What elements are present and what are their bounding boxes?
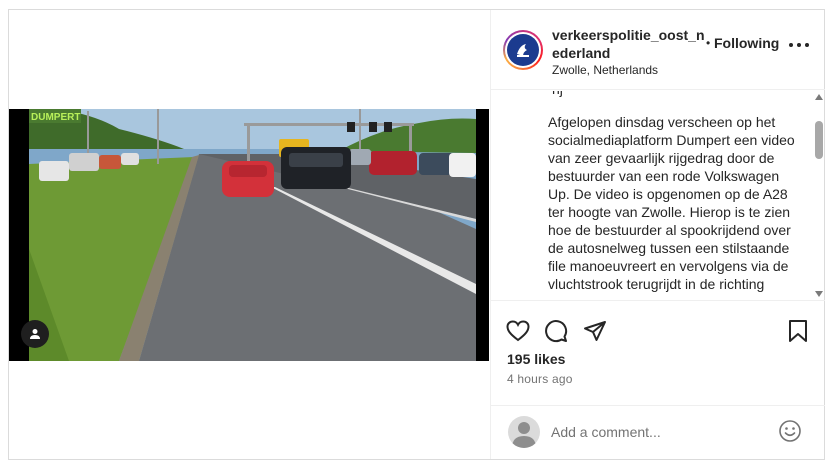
emoji-icon[interactable] [778, 419, 802, 443]
avatar[interactable] [503, 30, 543, 70]
police-logo-icon [507, 34, 539, 66]
comments-scrollbar[interactable] [813, 91, 825, 300]
post-sidebar: verkeerspolitie_oost_nederland Zwolle, N… [490, 10, 825, 459]
post-timestamp[interactable]: 4 hours ago [507, 372, 573, 386]
add-comment-input[interactable] [551, 423, 771, 441]
comments-section[interactable]: nj Afgelopen dinsdag verscheen op het so… [491, 91, 825, 301]
media-pane: DUMPERT [9, 10, 489, 459]
post-caption: Afgelopen dinsdag verscheen op het socia… [548, 114, 795, 292]
dumpert-watermark: DUMPERT [31, 112, 80, 123]
current-user-avatar [508, 416, 540, 448]
likes-count[interactable]: 195 likes [507, 351, 565, 367]
scroll-up-arrow-icon[interactable] [815, 94, 823, 100]
scroll-thumb[interactable] [815, 121, 823, 159]
following-button[interactable]: Following [714, 35, 779, 51]
caption-clipped-line: nj [552, 91, 563, 97]
location[interactable]: Zwolle, Netherlands [552, 63, 658, 77]
comment-bar [491, 405, 825, 459]
user-tag-icon[interactable] [21, 320, 49, 348]
comment-icon[interactable] [543, 318, 569, 344]
scroll-down-arrow-icon[interactable] [815, 291, 823, 297]
video-frame: DUMPERT [9, 109, 489, 361]
more-options-icon[interactable] [789, 40, 809, 50]
separator-dot: • [706, 36, 711, 50]
post-card: DUMPERT verkeerspolitie_oost_nederland Z… [8, 9, 825, 460]
post-video[interactable]: DUMPERT [9, 109, 489, 361]
username[interactable]: verkeerspolitie_oost_nederland [552, 26, 712, 62]
share-icon[interactable] [582, 318, 608, 344]
post-header: verkeerspolitie_oost_nederland Zwolle, N… [491, 10, 825, 90]
bookmark-icon[interactable] [785, 318, 811, 344]
action-bar [491, 310, 825, 350]
heart-icon[interactable] [505, 318, 531, 344]
